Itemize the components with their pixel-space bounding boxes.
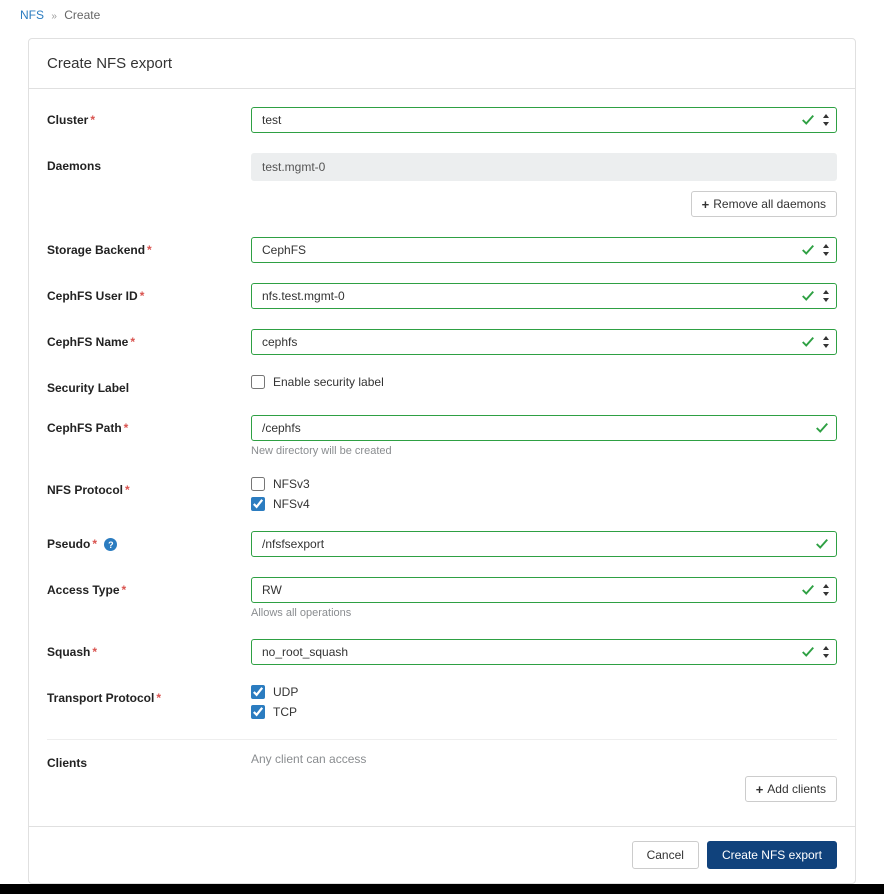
check-icon xyxy=(801,583,815,597)
nfsv4-checkbox[interactable] xyxy=(251,497,265,511)
tcp-option-label: TCP xyxy=(273,705,297,719)
cephfs-path-hint: New directory will be created xyxy=(251,445,837,457)
security-label-label: Security Label xyxy=(47,381,129,395)
cephfs-name-select[interactable]: cephfs xyxy=(251,329,837,355)
breadcrumb: NFS » Create xyxy=(0,0,884,30)
access-type-label: Access Type xyxy=(47,583,120,597)
chevron-updown-icon xyxy=(821,336,831,348)
security-label-checkbox[interactable] xyxy=(251,375,265,389)
remove-all-daemons-label: Remove all daemons xyxy=(713,197,826,211)
cephfs-name-label: CephFS Name xyxy=(47,335,128,349)
required-indicator: * xyxy=(92,537,97,551)
add-clients-button[interactable]: + Add clients xyxy=(745,776,837,802)
chevron-updown-icon xyxy=(821,244,831,256)
storage-backend-select[interactable]: CephFS xyxy=(251,237,837,263)
clients-empty-hint: Any client can access xyxy=(251,750,837,766)
required-indicator: * xyxy=(130,335,135,349)
daemons-label: Daemons xyxy=(47,159,101,173)
nfsv3-option-label: NFSv3 xyxy=(273,477,310,491)
check-icon xyxy=(801,335,815,349)
squash-select[interactable]: no_root_squash xyxy=(251,639,837,665)
add-clients-label: Add clients xyxy=(767,782,826,796)
required-indicator: * xyxy=(147,243,152,257)
chevron-updown-icon xyxy=(821,646,831,658)
plus-icon: + xyxy=(756,783,764,796)
check-icon xyxy=(815,421,829,435)
breadcrumb-current: Create xyxy=(64,8,100,22)
check-icon xyxy=(801,289,815,303)
required-indicator: * xyxy=(140,289,145,303)
pseudo-input[interactable] xyxy=(251,531,837,557)
required-indicator: * xyxy=(92,645,97,659)
check-icon xyxy=(801,243,815,257)
cephfs-user-label: CephFS User ID xyxy=(47,289,138,303)
security-label-option-label: Enable security label xyxy=(273,375,384,389)
udp-option-label: UDP xyxy=(273,685,298,699)
access-type-select[interactable]: RW xyxy=(251,577,837,603)
check-icon xyxy=(815,537,829,551)
help-icon[interactable]: ? xyxy=(104,538,117,551)
squash-label: Squash xyxy=(47,645,90,659)
create-nfs-export-button[interactable]: Create NFS export xyxy=(707,841,837,869)
access-type-hint: Allows all operations xyxy=(251,607,837,619)
breadcrumb-root-link[interactable]: NFS xyxy=(20,8,44,22)
required-indicator: * xyxy=(125,483,130,497)
breadcrumb-separator-icon: » xyxy=(51,11,57,22)
cluster-select[interactable]: test xyxy=(251,107,837,133)
page-title: Create NFS export xyxy=(29,39,855,89)
tcp-checkbox[interactable] xyxy=(251,705,265,719)
cephfs-path-input[interactable] xyxy=(251,415,837,441)
pseudo-label: Pseudo xyxy=(47,537,90,551)
nfsv4-option-label: NFSv4 xyxy=(273,497,310,511)
nfs-protocol-label: NFS Protocol xyxy=(47,483,123,497)
daemons-value: test.mgmt-0 xyxy=(251,153,837,181)
section-divider xyxy=(47,739,837,740)
plus-icon: + xyxy=(702,198,710,211)
required-indicator: * xyxy=(156,691,161,705)
remove-all-daemons-button[interactable]: + Remove all daemons xyxy=(691,191,837,217)
required-indicator: * xyxy=(124,421,129,435)
chevron-updown-icon xyxy=(821,584,831,596)
cephfs-path-label: CephFS Path xyxy=(47,421,122,435)
storage-backend-label: Storage Backend xyxy=(47,243,145,257)
check-icon xyxy=(801,645,815,659)
chevron-updown-icon xyxy=(821,114,831,126)
cluster-label: Cluster xyxy=(47,113,88,127)
check-icon xyxy=(801,113,815,127)
chevron-updown-icon xyxy=(821,290,831,302)
transport-label: Transport Protocol xyxy=(47,691,154,705)
cephfs-user-select[interactable]: nfs.test.mgmt-0 xyxy=(251,283,837,309)
required-indicator: * xyxy=(90,113,95,127)
page-bottom-bar xyxy=(0,884,884,894)
nfs-create-card: Create NFS export Cluster* test Daemons … xyxy=(28,38,856,884)
required-indicator: * xyxy=(122,583,127,597)
cancel-button[interactable]: Cancel xyxy=(632,841,699,869)
nfsv3-checkbox[interactable] xyxy=(251,477,265,491)
udp-checkbox[interactable] xyxy=(251,685,265,699)
clients-label: Clients xyxy=(47,756,87,770)
